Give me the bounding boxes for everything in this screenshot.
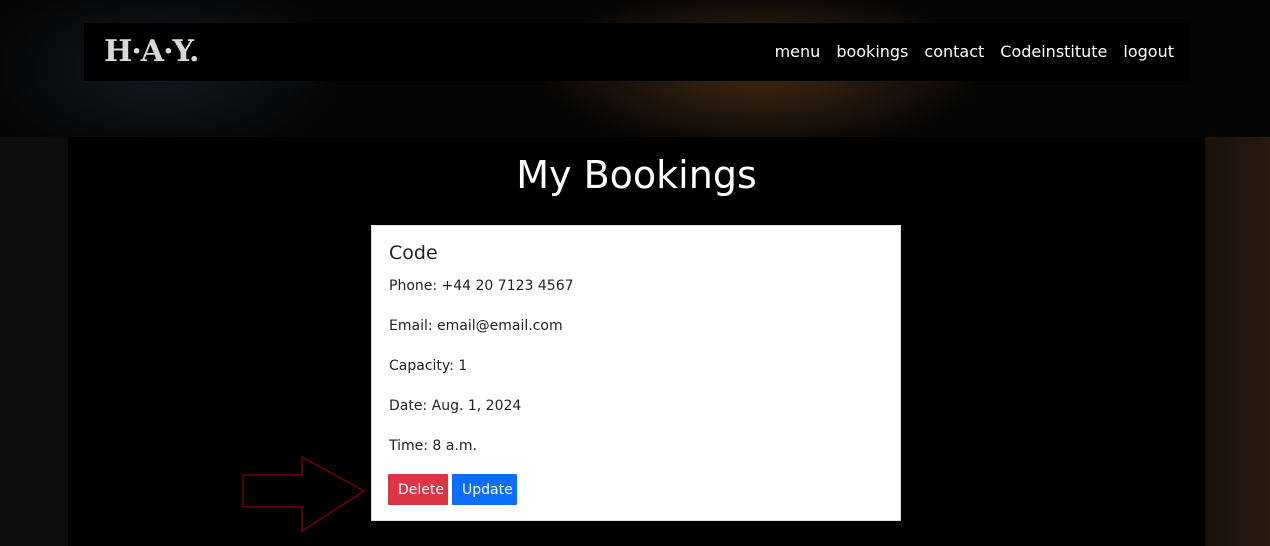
booking-email: Email: email@email.com: [389, 318, 563, 334]
booking-date: Date: Aug. 1, 2024: [389, 398, 522, 414]
update-button[interactable]: Update: [452, 474, 517, 505]
right-arrow-icon: [242, 455, 366, 533]
booking-name: Code: [389, 242, 438, 264]
page-title: My Bookings: [516, 153, 757, 197]
nav-links: menu bookings contact Codeinstitute logo…: [775, 41, 1174, 63]
booking-time: Time: 8 a.m.: [389, 438, 477, 454]
delete-button[interactable]: Delete: [388, 474, 448, 505]
main-content: My Bookings Code Phone: +44 20 7123 4567…: [68, 137, 1205, 546]
left-background-strip: [0, 137, 68, 546]
nav-link-contact[interactable]: contact: [924, 41, 984, 63]
booking-card: Code Phone: +44 20 7123 4567 Email: emai…: [371, 225, 901, 521]
brand-logo[interactable]: H·A·Y.: [104, 35, 200, 69]
navbar: H·A·Y. menu bookings contact Codeinstitu…: [84, 23, 1190, 81]
nav-link-codeinstitute[interactable]: Codeinstitute: [1000, 41, 1107, 63]
right-background-strip: [1205, 137, 1270, 546]
booking-capacity: Capacity: 1: [389, 358, 468, 374]
nav-link-logout[interactable]: logout: [1123, 41, 1174, 63]
booking-phone: Phone: +44 20 7123 4567: [389, 278, 574, 294]
nav-link-menu[interactable]: menu: [775, 41, 821, 63]
nav-link-bookings[interactable]: bookings: [836, 41, 908, 63]
